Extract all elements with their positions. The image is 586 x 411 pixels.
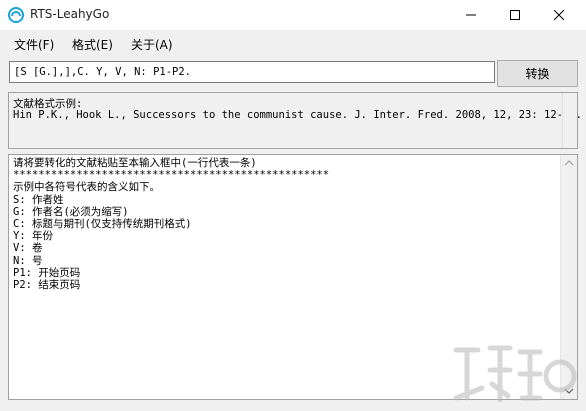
example-scrollbar[interactable] xyxy=(562,93,577,148)
menu-format[interactable]: 格式(E) xyxy=(72,36,113,53)
convert-button[interactable]: 转换 xyxy=(497,60,578,87)
scroll-up-icon[interactable] xyxy=(564,159,574,167)
menu-bar: 文件(F) 格式(E) 关于(A) xyxy=(0,30,586,56)
main-text-content[interactable]: 请将要转化的文献粘贴至本输入框中(一行代表一条) ***************… xyxy=(13,157,553,291)
separator-line: ****************************************… xyxy=(13,169,330,182)
maximize-button[interactable] xyxy=(494,0,536,30)
maximize-icon xyxy=(510,10,520,20)
app-window: RTS-LeahyGo 文件(F) 格式(E) 关于(A) [S [G.],],… xyxy=(0,0,586,411)
example-citation: Hin P.K., Hook L., Successors to the com… xyxy=(13,109,582,121)
legend-item-v: V: 卷 xyxy=(13,242,43,255)
window-title: RTS-LeahyGo xyxy=(30,7,110,21)
example-panel: 文献格式示例: Hin P.K., Hook L., Successors to… xyxy=(8,92,582,149)
legend-item-p2: P2: 结束页码 xyxy=(13,279,81,292)
close-icon xyxy=(554,10,564,20)
format-input[interactable]: [S [G.],],C. Y, V, N: P1-P2. xyxy=(9,61,495,83)
minimize-button[interactable] xyxy=(450,0,492,30)
menu-file[interactable]: 文件(F) xyxy=(14,36,54,53)
legend-item-g: G: 作者名(必须为缩写) xyxy=(13,205,129,218)
legend-item-c: C: 标题与期刊(仅支持传统期刊格式) xyxy=(13,218,192,231)
legend-item-p1: P1: 开始页码 xyxy=(13,266,81,279)
legend-intro-line: 示例中各符号代表的含义如下。 xyxy=(13,181,160,194)
legend-item-n: N: 号 xyxy=(13,254,43,267)
menu-about[interactable]: 关于(A) xyxy=(131,36,173,53)
legend-item-y: Y: 年份 xyxy=(13,230,53,243)
app-logo-icon xyxy=(8,7,24,23)
title-bar[interactable]: RTS-LeahyGo xyxy=(0,0,586,30)
instruction-line: 请将要转化的文献粘贴至本输入框中(一行代表一条) xyxy=(13,157,257,169)
legend-item-s: S: 作者姓 xyxy=(13,193,64,206)
watermark-logo-icon xyxy=(453,345,577,403)
close-button[interactable] xyxy=(538,0,580,30)
minimize-icon xyxy=(466,14,476,16)
